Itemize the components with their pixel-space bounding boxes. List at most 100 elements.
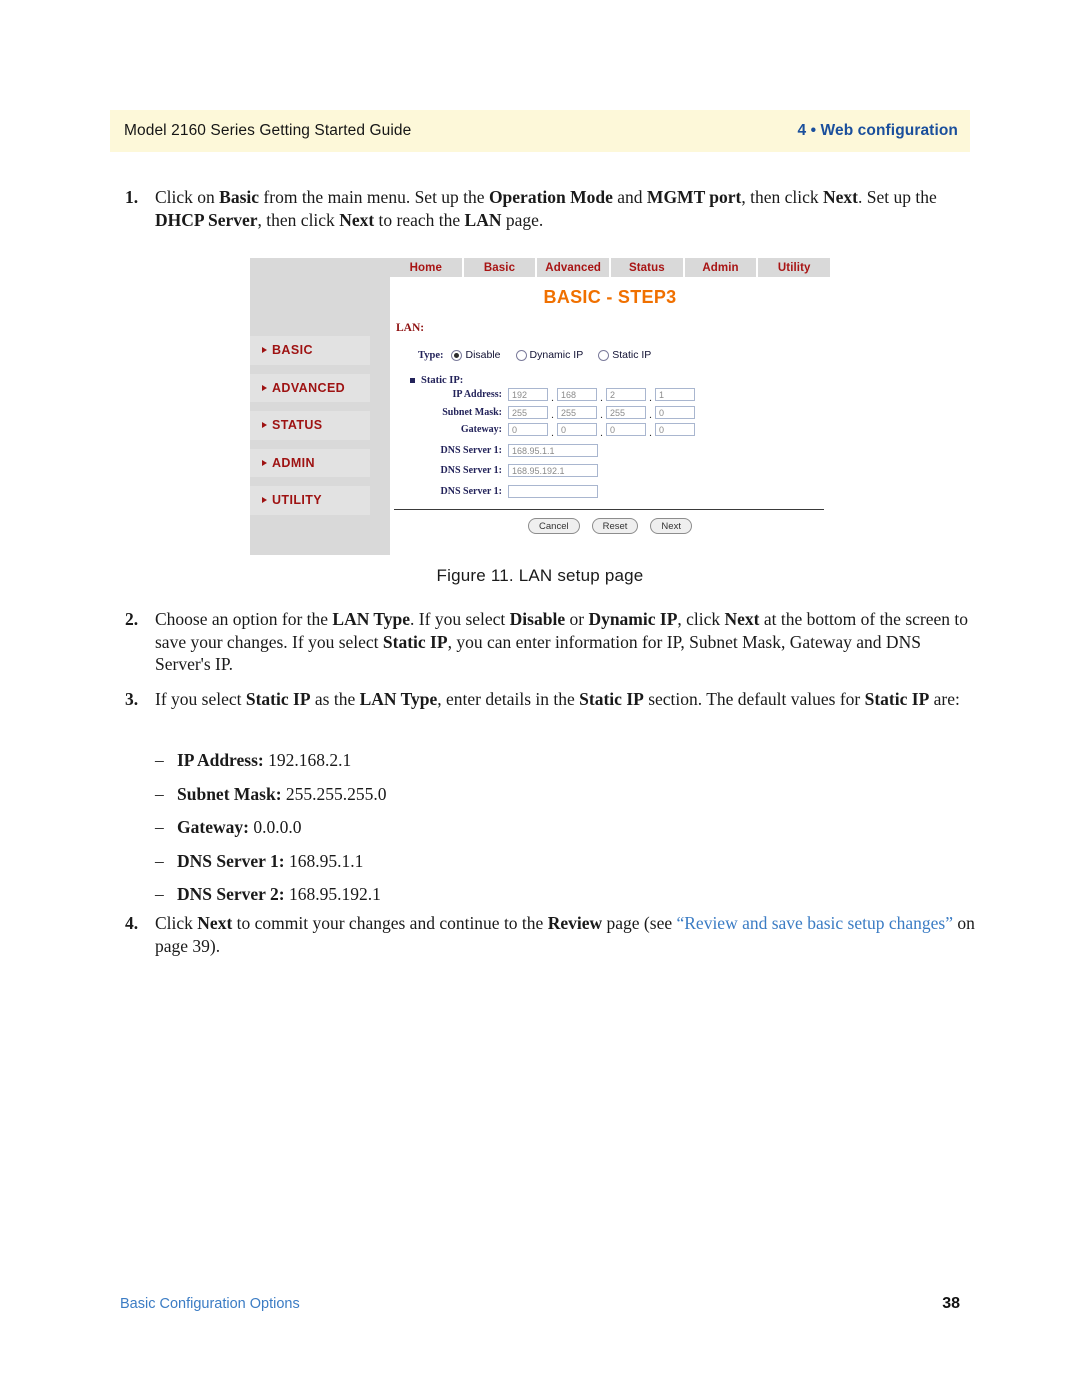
list-item-label: Subnet Mask: bbox=[177, 783, 282, 804]
field-row-dns-server-2: DNS Server 1: 168.95.192.1 bbox=[420, 462, 830, 480]
field-label: DNS Server 1: bbox=[440, 485, 502, 497]
dns-server-1-input[interactable]: 168.95.1.1 bbox=[508, 443, 598, 457]
field-row-dns-server-1: DNS Server 1: 168.95.1.1 bbox=[420, 442, 830, 460]
list-item: – DNS Server 2: 168.95.192.1 bbox=[155, 878, 755, 912]
ip-octet-input-1[interactable]: 192 bbox=[508, 388, 548, 402]
step-text: Click Next to commit your changes and co… bbox=[155, 913, 975, 956]
triangle-right-icon bbox=[262, 384, 267, 391]
gateway-octet-input-1[interactable]: 0 bbox=[508, 423, 548, 437]
dash-bullet: – bbox=[155, 850, 164, 871]
radio-button-icon[interactable] bbox=[451, 349, 463, 361]
field-row-gateway: Gateway: 0 . 0 . 0 . 0 bbox=[420, 421, 830, 439]
router-page-title: BASIC - STEP3 bbox=[543, 287, 677, 307]
ip-octet-input-4[interactable]: 1 bbox=[655, 388, 695, 402]
figure-caption: Figure 11. LAN setup page bbox=[436, 566, 644, 585]
radio-button-icon[interactable] bbox=[598, 349, 610, 361]
octet-separator: . bbox=[551, 427, 554, 439]
form-divider bbox=[394, 509, 824, 510]
tab-utility[interactable]: Utility bbox=[758, 258, 831, 277]
subnet-octet-input-4[interactable]: 0 bbox=[655, 405, 695, 419]
step-text: Click on Basic from the main menu. Set u… bbox=[155, 187, 937, 230]
gateway-octet-input-4[interactable]: 0 bbox=[655, 423, 695, 437]
tab-status[interactable]: Status bbox=[611, 258, 683, 277]
gateway-octet-input-3[interactable]: 0 bbox=[606, 423, 646, 437]
lan-type-row: Type: Disable Dynamic IP Static IP bbox=[418, 349, 830, 361]
radio-button-icon[interactable] bbox=[515, 349, 527, 361]
step-item-1: 1. Click on Basic from the main menu. Se… bbox=[125, 186, 977, 231]
list-item-value: 0.0.0.0 bbox=[253, 817, 302, 837]
lan-section-heading: LAN: bbox=[396, 322, 425, 334]
octet-separator: . bbox=[649, 410, 652, 421]
step-number: 3. bbox=[125, 689, 139, 709]
radio-label: Dynamic IP bbox=[529, 349, 584, 361]
static-ip-subheading: Static IP: bbox=[410, 375, 830, 386]
step-number: 1. bbox=[125, 187, 139, 207]
octet-separator: . bbox=[649, 392, 652, 404]
radio-option-static-ip[interactable]: Static IP bbox=[598, 349, 651, 361]
sidebar-item-label: STATUS bbox=[272, 418, 323, 433]
next-button[interactable]: Next bbox=[650, 518, 692, 534]
tab-basic[interactable]: Basic bbox=[463, 258, 536, 277]
subnet-octet-input-2[interactable]: 255 bbox=[557, 405, 597, 419]
list-item: – IP Address: 192.168.2.1 bbox=[155, 744, 755, 778]
step-text: Choose an option for the LAN Type. If yo… bbox=[155, 609, 968, 674]
cancel-button[interactable]: Cancel bbox=[528, 518, 580, 534]
sidebar-item-label: ADVANCED bbox=[272, 380, 346, 395]
list-item-value: 255.255.255.0 bbox=[285, 783, 387, 804]
router-sidebar-menu: BASIC ADVANCED STATUS ADMIN UTILITY bbox=[250, 258, 390, 555]
field-label: IP Address: bbox=[452, 389, 502, 401]
triangle-right-icon bbox=[262, 347, 267, 354]
dns-server-2-input[interactable]: 168.95.192.1 bbox=[508, 464, 598, 478]
dash-bullet: – bbox=[155, 750, 164, 770]
static-ip-subheading-label: Static IP: bbox=[421, 375, 464, 386]
sidebar-item-basic[interactable]: BASIC bbox=[250, 336, 370, 365]
form-button-row: Cancel Reset Next bbox=[390, 518, 830, 534]
tab-home[interactable]: Home bbox=[390, 258, 462, 277]
radio-label: Static IP bbox=[612, 349, 652, 361]
list-item-value: 168.95.192.1 bbox=[288, 884, 381, 904]
ip-octet-input-2[interactable]: 168 bbox=[557, 388, 597, 402]
dash-bullet: – bbox=[155, 884, 164, 904]
sidebar-item-status[interactable]: STATUS bbox=[250, 411, 370, 440]
list-item: – Gateway: 0.0.0.0 bbox=[155, 811, 755, 845]
sidebar-item-admin[interactable]: ADMIN bbox=[250, 448, 370, 477]
dash-bullet: – bbox=[155, 783, 164, 804]
list-item-value: 192.168.2.1 bbox=[268, 750, 352, 770]
field-label: DNS Server 1: bbox=[440, 465, 502, 477]
router-top-nav: Home Basic Advanced Status Admin Utility bbox=[390, 258, 831, 277]
step-number: 2. bbox=[125, 609, 139, 629]
subnet-octet-input-3[interactable]: 255 bbox=[606, 405, 646, 419]
list-item-label: IP Address: bbox=[177, 750, 264, 770]
default-values-list: – IP Address: 192.168.2.1 – Subnet Mask: 2… bbox=[155, 744, 755, 912]
radio-option-dynamic-ip[interactable]: Dynamic IP bbox=[515, 349, 584, 361]
radio-option-disable[interactable]: Disable bbox=[451, 349, 501, 361]
header-chapter-title: 4 • Web configuration bbox=[797, 122, 958, 139]
triangle-right-icon bbox=[262, 422, 267, 429]
tab-advanced[interactable]: Advanced bbox=[537, 258, 610, 277]
step-item-3: 3. If you select Static IP as the LAN Ty… bbox=[125, 688, 977, 711]
field-label: Gateway: bbox=[460, 424, 502, 436]
sidebar-item-advanced[interactable]: ADVANCED bbox=[250, 373, 370, 402]
list-item-label: Gateway: bbox=[177, 817, 249, 837]
sidebar-item-utility[interactable]: UTILITY bbox=[250, 486, 370, 515]
footer-section-name: Basic Configuration Options bbox=[120, 1296, 300, 1312]
dns-server-3-input[interactable] bbox=[508, 484, 598, 498]
lan-type-label: Type: bbox=[418, 349, 444, 361]
list-item-value: 168.95.1.1 bbox=[288, 850, 364, 871]
square-bullet-icon bbox=[410, 378, 415, 383]
octet-separator: . bbox=[551, 392, 554, 404]
ip-octet-input-3[interactable]: 2 bbox=[606, 388, 646, 402]
list-item-label: DNS Server 2: bbox=[177, 884, 285, 904]
reset-button[interactable]: Reset bbox=[591, 518, 639, 534]
field-label: DNS Server 1: bbox=[440, 444, 502, 456]
octet-separator: . bbox=[600, 427, 603, 439]
tab-admin[interactable]: Admin bbox=[684, 258, 757, 277]
list-item: – Subnet Mask: 255.255.255.0 bbox=[155, 778, 755, 812]
page-footer: Basic Configuration Options 38 bbox=[120, 1295, 960, 1313]
list-item-label: DNS Server 1: bbox=[177, 850, 285, 871]
radio-label: Disable bbox=[465, 349, 501, 361]
subnet-octet-input-1[interactable]: 255 bbox=[508, 405, 548, 419]
sidebar-item-label: UTILITY bbox=[272, 493, 323, 508]
gateway-octet-input-2[interactable]: 0 bbox=[557, 423, 597, 437]
field-row-dns-server-3: DNS Server 1: bbox=[420, 483, 830, 501]
